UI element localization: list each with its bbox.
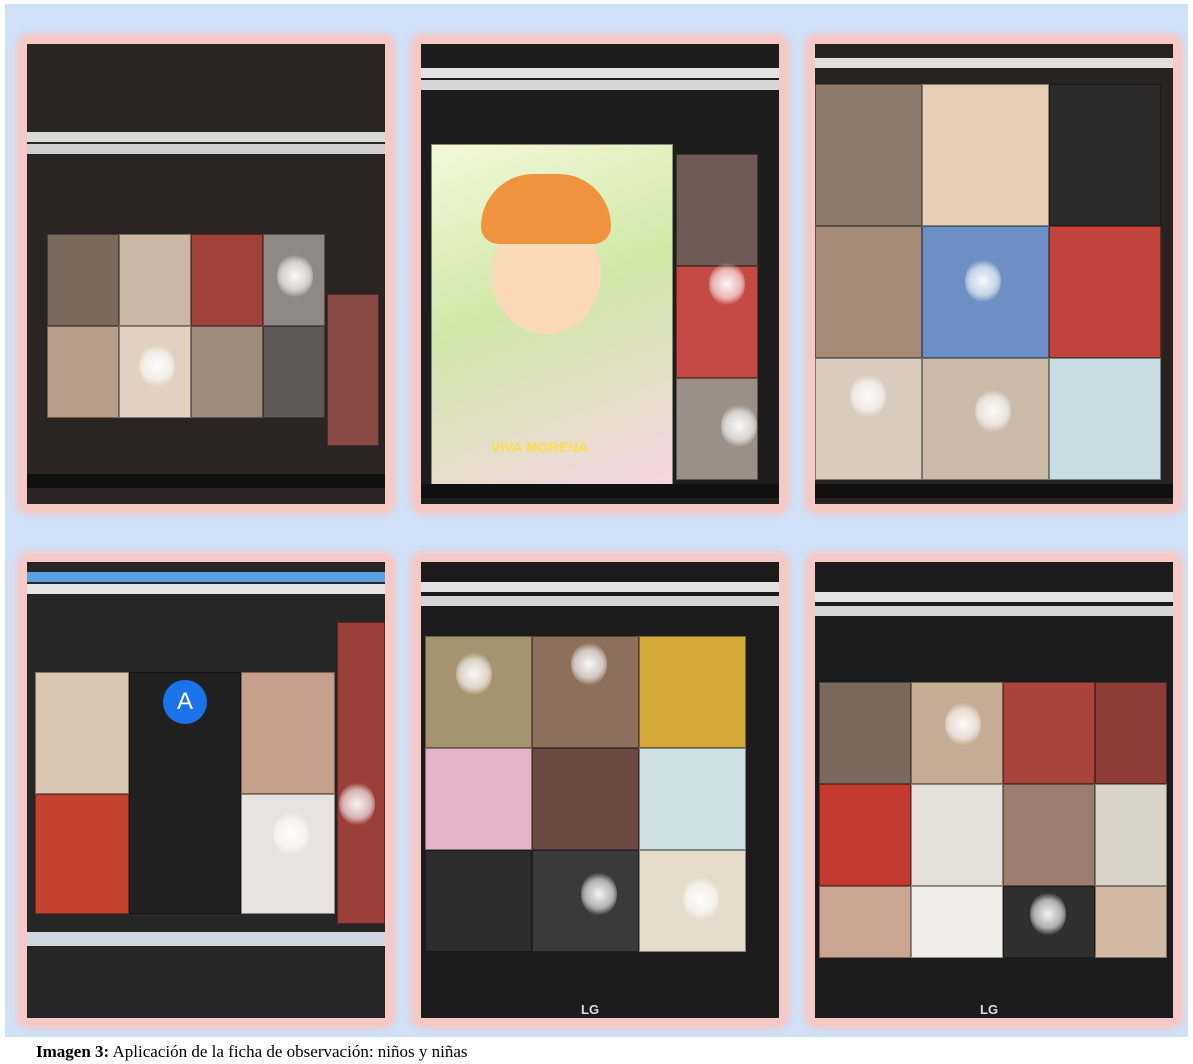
song-title-overlay: VIVA MORENA	[491, 439, 589, 455]
face-blur	[339, 782, 375, 826]
photo-meet-session-3	[815, 44, 1173, 504]
face-blur	[456, 652, 492, 696]
face-blur	[709, 262, 745, 306]
face-blur	[965, 259, 1001, 303]
photo-meet-session-5: LG	[421, 562, 779, 1018]
face-blur	[975, 389, 1011, 433]
figure-caption: Imagen 3: Aplicación de la ficha de obse…	[36, 1040, 736, 1064]
photo-frame-2: VIVA MORENA	[413, 36, 787, 512]
face-blur	[273, 812, 309, 856]
caption-label: Imagen 3:	[36, 1042, 110, 1061]
photo-frame-3	[807, 36, 1181, 512]
photo-meet-session-1	[27, 44, 385, 504]
monitor-brand-logo: LG	[581, 1002, 600, 1017]
face-blur	[1030, 892, 1066, 936]
monitor-brand-logo: LG	[980, 1002, 999, 1017]
face-blur	[581, 872, 617, 916]
caption-text: Aplicación de la ficha de observación: n…	[109, 1042, 468, 1061]
face-blur	[683, 877, 719, 921]
photo-meet-session-4: A	[27, 562, 385, 1018]
face-blur	[571, 642, 607, 686]
face-blur	[721, 404, 757, 448]
face-blur	[945, 702, 981, 746]
photo-frame-6: LG	[807, 554, 1181, 1026]
face-blur	[277, 254, 313, 298]
face-blur	[850, 374, 886, 418]
participant-avatar: A	[163, 680, 207, 724]
photo-frame-5: LG	[413, 554, 787, 1026]
face-blur	[139, 344, 175, 388]
photo-meet-session-6: LG	[815, 562, 1173, 1018]
photo-meet-session-2: VIVA MORENA	[421, 44, 779, 504]
photo-frame-1	[19, 36, 393, 512]
photo-frame-4: A	[19, 554, 393, 1026]
collage-board: VIVA MORENA A LG LG	[5, 4, 1188, 1037]
